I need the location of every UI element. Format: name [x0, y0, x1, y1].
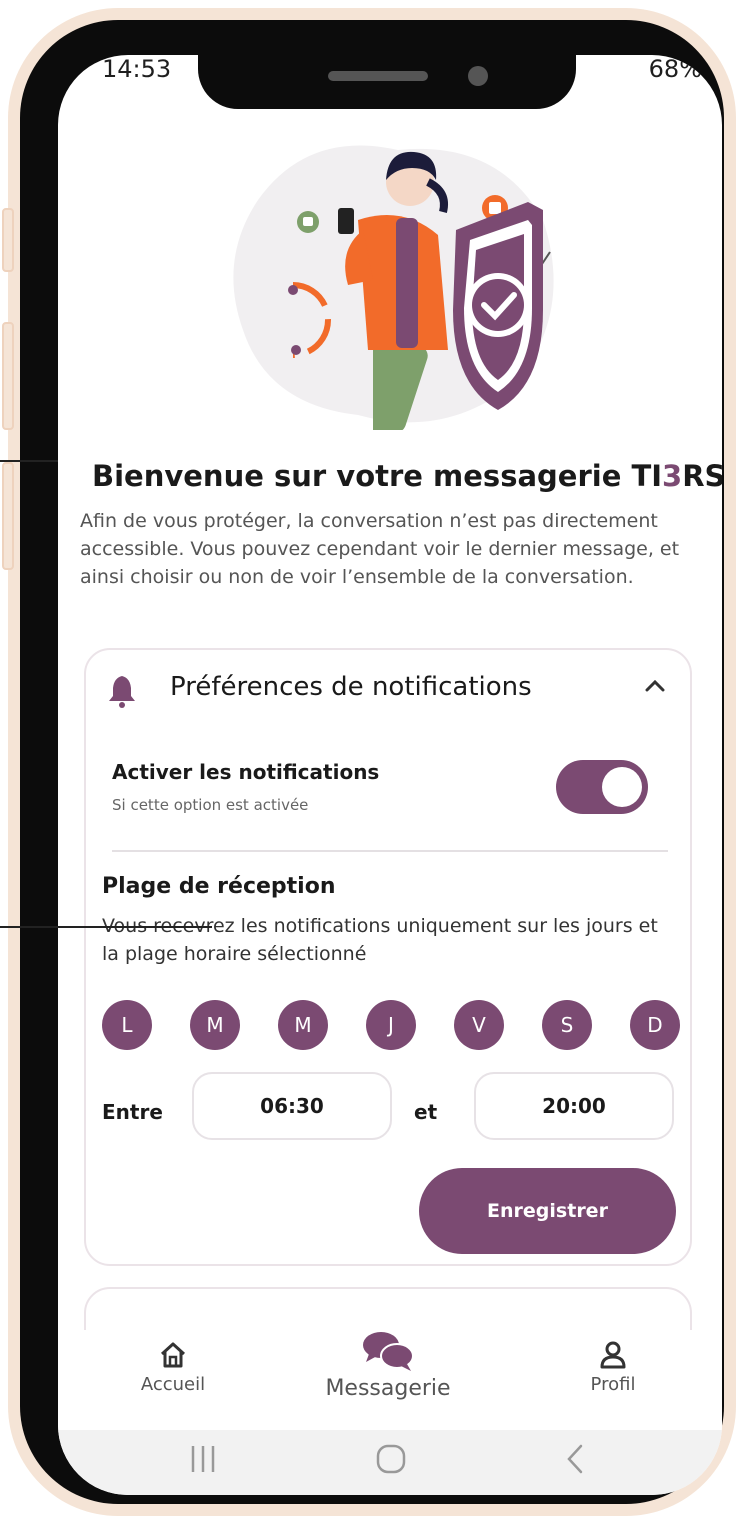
bell-icon [109, 676, 135, 708]
toggle-notifications-hint: Si cette option est activée [112, 796, 309, 814]
phone-side-button-3 [2, 462, 14, 570]
nav-messages-label: Messagerie [325, 1376, 451, 1401]
speaker-grille [328, 71, 428, 81]
status-time: 14:53 [102, 55, 172, 83]
toggle-notifications-label: Activer les notifications [112, 760, 380, 784]
phone-side-button-1 [2, 208, 14, 272]
chevron-up-icon[interactable] [644, 678, 666, 692]
nav-messages[interactable]: Messagerie [308, 1330, 468, 1401]
day-thursday[interactable]: J [366, 1000, 416, 1050]
plage-title: Plage de réception [102, 874, 336, 899]
day-friday[interactable]: V [454, 1000, 504, 1050]
nav-home[interactable]: Accueil [118, 1330, 228, 1395]
save-button[interactable]: Enregistrer [419, 1168, 676, 1254]
system-navigation-bar [58, 1430, 722, 1495]
welcome-description: Afin de vous protéger, la conversation n… [80, 510, 680, 588]
status-battery: 68% [648, 55, 702, 83]
hero-illustration [233, 145, 554, 430]
welcome-title: Bienvenue sur votre messagerie TI3RS [92, 459, 722, 493]
annotation-line-left [0, 460, 58, 462]
plage-description: Vous recevrez les notifications uniqueme… [102, 915, 658, 965]
annotation-line-strike [0, 926, 212, 928]
chat-bubbles-icon [363, 1332, 414, 1371]
home-icon [160, 1342, 186, 1368]
day-monday[interactable]: L [102, 1000, 152, 1050]
system-home-icon[interactable] [374, 1442, 408, 1476]
divider [112, 850, 668, 852]
day-saturday[interactable]: S [542, 1000, 592, 1050]
start-time-field[interactable]: 06:30 [192, 1072, 392, 1140]
notifications-card: Préférences de notifications Activer les… [84, 648, 692, 1266]
user-icon [600, 1341, 626, 1369]
day-tuesday[interactable]: M [190, 1000, 240, 1050]
nav-profile-label: Profil [590, 1374, 636, 1395]
et-label: et [414, 1100, 438, 1124]
bottom-navigation: Accueil Messagerie Profil [58, 1330, 722, 1430]
notifications-toggle[interactable] [556, 760, 648, 814]
entre-label: Entre [102, 1100, 163, 1124]
front-camera [468, 66, 488, 86]
back-icon[interactable] [564, 1442, 586, 1476]
recents-icon[interactable] [188, 1442, 218, 1476]
welcome-title-prefix: Bienvenue sur votre messagerie TI [92, 459, 663, 493]
nav-profile[interactable]: Profil [563, 1330, 663, 1395]
end-time-field[interactable]: 20:00 [474, 1072, 674, 1140]
day-wednesday[interactable]: M [278, 1000, 328, 1050]
app-screen: 14:53 68% Bienvenue sur votre messagerie… [58, 55, 722, 1495]
camera-notch [198, 55, 576, 109]
welcome-title-suffix: RS [682, 459, 722, 493]
day-selector: L M M J V S D [102, 1000, 680, 1050]
toggle-knob [602, 767, 642, 807]
welcome-title-accent: 3 [662, 459, 683, 493]
notifications-card-title: Préférences de notifications [170, 672, 532, 702]
nav-home-label: Accueil [140, 1374, 206, 1395]
day-sunday[interactable]: D [630, 1000, 680, 1050]
phone-side-button-2 [2, 322, 14, 430]
